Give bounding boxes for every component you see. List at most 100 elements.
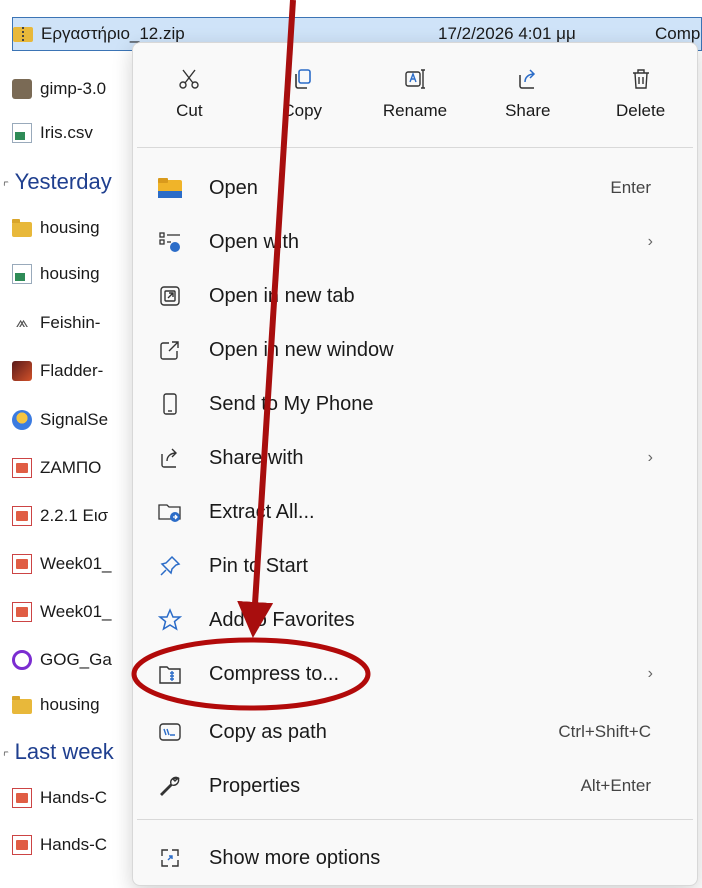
menu-separator: [137, 819, 693, 820]
extract-icon: [155, 497, 185, 527]
file-name: 2.2.1 Εισ: [40, 506, 109, 525]
more-options-icon: [155, 843, 185, 873]
menu-item-label: Pin to Start: [209, 554, 308, 577]
share-button[interactable]: Share: [471, 43, 584, 143]
file-name: Hands-C: [40, 788, 108, 807]
group-header-yesterday[interactable]: ‹ Yesterday: [0, 162, 112, 202]
pdf-file-icon: [12, 835, 32, 855]
file-name: housing: [40, 695, 100, 714]
file-name: gimp-3.0: [40, 79, 107, 98]
file-name: Fladder-: [40, 361, 104, 380]
file-name: housing: [40, 264, 100, 283]
menu-item-label: Extract All...: [209, 500, 315, 523]
folder-icon: [12, 696, 32, 714]
star-icon: [155, 605, 185, 635]
phone-icon: [155, 389, 185, 419]
file-name: Week01_: [40, 554, 112, 573]
collapse-chevron-icon[interactable]: ‹: [0, 175, 14, 190]
open-with-icon: [155, 227, 185, 257]
pdf-file-icon: [12, 506, 32, 526]
menu-item-label: Share with: [209, 446, 304, 469]
group-header-last-week[interactable]: ‹ Last week: [0, 732, 114, 772]
wrench-icon: [155, 771, 185, 801]
menu-item-label: Send to My Phone: [209, 392, 374, 415]
pdf-file-icon: [12, 554, 32, 574]
file-name: GOG_Ga: [40, 650, 112, 669]
menu-item-show-more-options[interactable]: Show more options: [139, 833, 691, 883]
file-name: housing: [40, 218, 100, 237]
rename-button[interactable]: Rename: [359, 43, 472, 143]
menu-item-shortcut: Ctrl+Shift+C: [558, 722, 651, 741]
group-label: Yesterday: [14, 169, 112, 194]
csv-file-icon: [12, 264, 32, 284]
folder-open-icon: [155, 173, 185, 203]
menu-item-label: Compress to...: [209, 662, 340, 685]
cut-button[interactable]: Cut: [133, 43, 246, 143]
copy-path-icon: [155, 717, 185, 747]
menu-item-extract-all[interactable]: Extract All...: [139, 487, 691, 537]
pdf-file-icon: [12, 788, 32, 808]
compress-icon: [155, 659, 185, 689]
copy-label: Copy: [282, 101, 323, 120]
gog-icon: [12, 650, 32, 670]
menu-item-properties[interactable]: Properties Alt+Enter: [139, 761, 691, 811]
file-name: SignalSe: [40, 410, 109, 429]
csv-file-icon: [12, 123, 32, 143]
copy-button[interactable]: Copy: [246, 43, 359, 143]
menu-item-share-with[interactable]: Share with ›: [139, 433, 691, 483]
menu-item-shortcut: Alt+Enter: [580, 776, 651, 795]
signal-icon: [12, 410, 32, 430]
menu-item-open-with[interactable]: Open with ›: [139, 217, 691, 267]
quick-actions-bar: Cut Copy Rename Share Delete: [133, 43, 697, 143]
file-name: Week01_: [40, 602, 112, 621]
chevron-right-icon: ›: [647, 449, 653, 466]
rename-label: Rename: [382, 101, 448, 120]
menu-item-compress-to[interactable]: Compress to... ›: [139, 649, 691, 699]
pdf-file-icon: [12, 602, 32, 622]
file-name: Iris.csv: [40, 123, 93, 142]
fladder-icon: [12, 361, 32, 381]
share-label: Share: [505, 101, 551, 120]
pin-icon: [155, 551, 185, 581]
new-tab-icon: [155, 281, 185, 311]
file-type: Comp: [655, 24, 701, 43]
menu-item-label: Add to Favorites: [209, 608, 355, 631]
new-window-icon: [155, 335, 185, 365]
scissors-icon: [175, 65, 203, 93]
menu-item-open[interactable]: Open Enter: [139, 163, 691, 213]
folder-icon: [12, 219, 32, 237]
zip-folder-icon: [13, 26, 33, 42]
menu-item-open-new-window[interactable]: Open in new window: [139, 325, 691, 375]
share-icon: [514, 65, 542, 93]
group-label: Last week: [14, 739, 114, 764]
rename-icon: [401, 65, 429, 93]
menu-item-label: Open with: [209, 230, 300, 253]
file-name: ΖΑΜΠΟ: [40, 458, 102, 477]
chevron-right-icon: ›: [647, 233, 653, 250]
menu-item-open-new-tab[interactable]: Open in new tab: [139, 271, 691, 321]
cut-label: Cut: [176, 101, 203, 120]
menu-item-pin-to-start[interactable]: Pin to Start: [139, 541, 691, 591]
file-name: Εργαστήριο_12.zip: [41, 24, 185, 43]
trash-icon: [627, 65, 655, 93]
menu-item-send-to-phone[interactable]: Send to My Phone: [139, 379, 691, 429]
delete-button[interactable]: Delete: [584, 43, 697, 143]
gimp-icon: [12, 79, 32, 99]
file-name: Feishin-: [40, 313, 101, 332]
context-menu: Cut Copy Rename Share Delete Open Enter …: [132, 42, 698, 886]
menu-item-shortcut: Enter: [610, 178, 651, 197]
collapse-chevron-icon[interactable]: ‹: [0, 745, 14, 760]
menu-separator: [137, 147, 693, 148]
menu-item-label: Show more options: [209, 846, 381, 869]
pdf-file-icon: [12, 458, 32, 478]
menu-item-label: Open in new window: [209, 338, 394, 361]
file-date: 17/2/2026 4:01 μμ: [438, 24, 576, 43]
chevron-right-icon: ›: [647, 665, 653, 682]
share-with-icon: [155, 443, 185, 473]
menu-item-copy-as-path[interactable]: Copy as path Ctrl+Shift+C: [139, 707, 691, 757]
menu-item-label: Open in new tab: [209, 284, 355, 307]
menu-item-add-to-favorites[interactable]: Add to Favorites: [139, 595, 691, 645]
copy-icon: [288, 65, 316, 93]
delete-label: Delete: [616, 101, 666, 120]
feishin-icon: ⩕: [15, 314, 29, 331]
